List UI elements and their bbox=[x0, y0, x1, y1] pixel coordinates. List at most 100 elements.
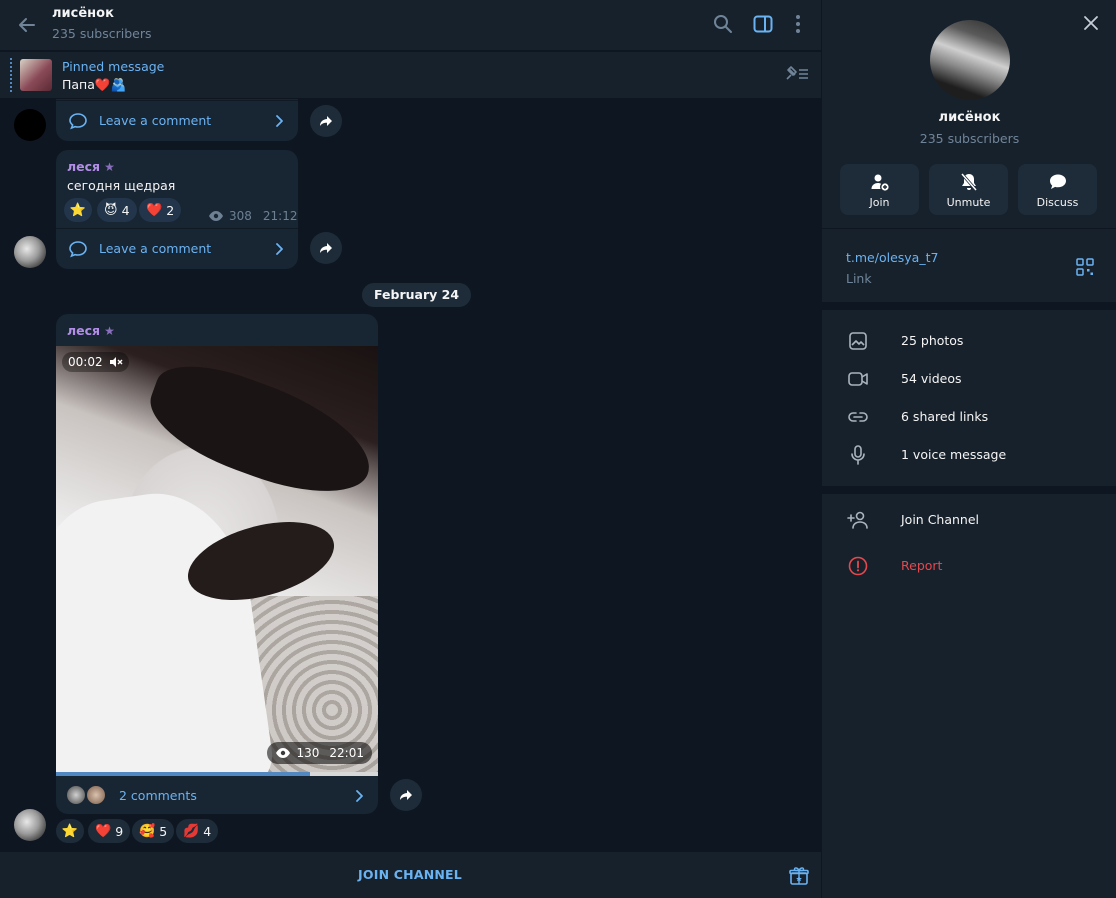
comment-icon bbox=[68, 111, 88, 131]
comment-label: Leave a comment bbox=[99, 241, 212, 256]
commenter-avatar bbox=[85, 784, 107, 806]
videos-label: 54 videos bbox=[901, 371, 962, 386]
views-eye-icon bbox=[209, 211, 223, 221]
chevron-right-icon bbox=[272, 241, 286, 257]
sidebar-toggle-icon[interactable] bbox=[751, 12, 775, 36]
share-button[interactable] bbox=[310, 232, 342, 264]
chevron-right-icon bbox=[352, 788, 366, 804]
comment-icon bbox=[68, 239, 88, 259]
back-arrow-icon[interactable] bbox=[14, 12, 40, 38]
pinned-list-icon[interactable] bbox=[782, 63, 810, 85]
bell-off-icon bbox=[929, 172, 1008, 192]
message-list[interactable]: Leave a comment леся ★ сегодня щедрая ⭐ 😈… bbox=[0, 99, 821, 852]
reaction-star[interactable]: ⭐ bbox=[56, 819, 84, 843]
section-gap bbox=[822, 302, 1116, 310]
link-label: Link bbox=[846, 271, 872, 286]
message-text: сегодня щедрая bbox=[67, 178, 176, 193]
reaction-devil[interactable]: 😈 4 bbox=[97, 198, 137, 222]
video-duration-badge: 00:02 bbox=[62, 352, 129, 372]
comments-count: 2 comments bbox=[119, 788, 197, 803]
comment-label: Leave a comment bbox=[99, 113, 212, 128]
comments-button[interactable]: 2 comments bbox=[56, 776, 378, 816]
avatar[interactable] bbox=[14, 236, 46, 268]
report-label: Report bbox=[901, 558, 943, 573]
video-subject bbox=[56, 482, 276, 772]
reaction-star[interactable]: ⭐ bbox=[64, 198, 92, 222]
unmute-label: Unmute bbox=[946, 196, 991, 209]
add-user-icon bbox=[840, 172, 919, 192]
share-arrow-icon bbox=[400, 790, 412, 800]
views-count: 130 bbox=[296, 746, 320, 760]
reaction-love-face[interactable]: 🥰 5 bbox=[132, 819, 175, 843]
discuss-button[interactable]: Discuss bbox=[1018, 164, 1097, 215]
leave-comment-button[interactable]: Leave a comment bbox=[56, 228, 298, 268]
pinned-text: Папа❤️🫂 bbox=[62, 77, 127, 92]
star-icon: ★ bbox=[104, 324, 115, 338]
message-time: 22:01 bbox=[329, 746, 364, 760]
chat-bubble-icon bbox=[1018, 172, 1097, 192]
search-icon[interactable] bbox=[711, 12, 735, 36]
join-channel-label: Join Channel bbox=[901, 512, 980, 527]
chat-title[interactable]: лисёнок bbox=[52, 6, 114, 21]
views-eye-icon bbox=[275, 748, 290, 758]
pinned-message-bar[interactable]: Pinned message Папа❤️🫂 bbox=[0, 51, 821, 98]
pinned-indicator bbox=[10, 58, 12, 92]
message-bubble: леся ★ сегодня щедрая ⭐ 😈 4 ❤️ 2 308 21:12 … bbox=[56, 150, 298, 269]
video-duration: 00:02 bbox=[68, 355, 103, 369]
join-label: Join bbox=[869, 196, 890, 209]
photos-row[interactable]: 25 photos bbox=[822, 322, 1116, 360]
avatar[interactable] bbox=[14, 109, 46, 141]
avatar[interactable] bbox=[14, 809, 46, 841]
voice-label: 1 voice message bbox=[901, 447, 1007, 462]
channel-avatar[interactable] bbox=[930, 20, 1010, 100]
gift-icon[interactable] bbox=[787, 864, 811, 888]
sender-name[interactable]: леся ★ bbox=[67, 159, 115, 174]
more-menu-icon[interactable] bbox=[786, 12, 810, 36]
video-meta: 130 22:01 bbox=[266, 742, 372, 764]
photos-label: 25 photos bbox=[901, 333, 964, 348]
join-channel-row[interactable]: Join Channel bbox=[822, 501, 1116, 539]
divider bbox=[822, 228, 1116, 229]
share-button[interactable] bbox=[310, 105, 342, 137]
video-subject-hair bbox=[137, 349, 378, 513]
section-gap bbox=[822, 486, 1116, 494]
join-button[interactable]: Join bbox=[840, 164, 919, 215]
bottom-bar: JOIN CHANNEL bbox=[0, 852, 821, 898]
share-arrow-icon bbox=[320, 116, 332, 126]
message-time: 21:12 bbox=[262, 209, 298, 223]
video-message-bubble: леся ★ 00:02 130 22:01 2 comments bbox=[56, 314, 378, 814]
voice-row[interactable]: 1 voice message bbox=[822, 436, 1116, 474]
channel-name: лисёнок bbox=[938, 110, 1001, 125]
commenter-avatar bbox=[65, 784, 87, 806]
telegram-window: лисёнок 235 subscribers Pinned message П… bbox=[0, 0, 1116, 898]
message-meta: 308 21:12 bbox=[208, 209, 298, 223]
views-count: 308 bbox=[229, 209, 252, 223]
channel-link[interactable]: t.me/olesya_t7 bbox=[846, 250, 938, 265]
join-channel-button[interactable]: JOIN CHANNEL bbox=[300, 852, 520, 898]
video-player[interactable]: 00:02 130 22:01 bbox=[56, 346, 378, 772]
sender-name[interactable]: леся ★ bbox=[67, 323, 115, 338]
message-bubble: Leave a comment bbox=[56, 99, 298, 141]
reaction-kiss[interactable]: 💋 4 bbox=[176, 819, 219, 843]
share-button[interactable] bbox=[390, 779, 422, 811]
video-icon bbox=[847, 369, 869, 389]
channel-info-panel: лисёнок 235 subscribers Join Unmute Disc… bbox=[821, 0, 1116, 898]
report-row[interactable]: Report bbox=[822, 547, 1116, 585]
channel-subscribers: 235 subscribers bbox=[919, 131, 1020, 146]
links-row[interactable]: 6 shared links bbox=[822, 398, 1116, 436]
reaction-heart[interactable]: ❤️ 2 bbox=[139, 198, 182, 222]
link-icon bbox=[847, 407, 869, 427]
microphone-icon bbox=[847, 445, 869, 465]
warning-icon bbox=[847, 556, 869, 576]
pinned-thumbnail bbox=[20, 59, 52, 91]
videos-row[interactable]: 54 videos bbox=[822, 360, 1116, 398]
qr-code-icon[interactable] bbox=[1076, 258, 1094, 276]
unmute-button[interactable]: Unmute bbox=[929, 164, 1008, 215]
reaction-heart[interactable]: ❤️ 9 bbox=[88, 819, 131, 843]
links-label: 6 shared links bbox=[901, 409, 989, 424]
leave-comment-button[interactable]: Leave a comment bbox=[56, 100, 298, 140]
pinned-title: Pinned message bbox=[62, 59, 165, 74]
muted-speaker-icon[interactable] bbox=[109, 356, 123, 368]
close-icon[interactable] bbox=[1080, 12, 1102, 34]
discuss-label: Discuss bbox=[1036, 196, 1079, 209]
